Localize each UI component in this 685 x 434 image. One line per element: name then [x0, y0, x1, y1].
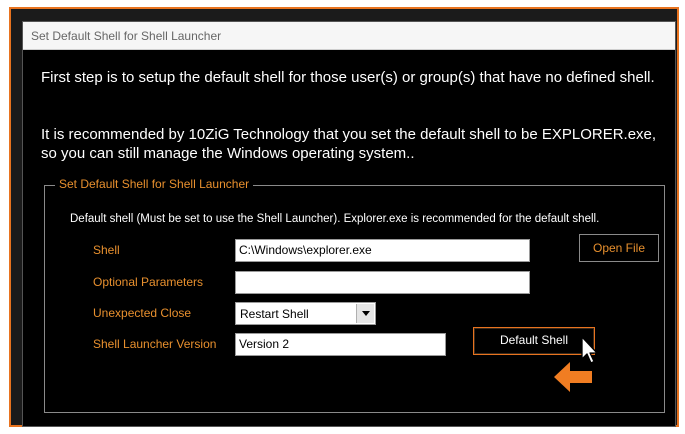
- intro-text-2: It is recommended by 10ZiG Technology th…: [41, 126, 657, 162]
- default-shell-button[interactable]: Default Shell: [473, 327, 595, 355]
- unexpected-close-select[interactable]: Restart Shell: [235, 302, 376, 325]
- shell-input[interactable]: C:\Windows\explorer.exe: [235, 239, 530, 262]
- intro-text-1: First step is to setup the default shell…: [41, 69, 655, 86]
- chevron-down-icon[interactable]: [356, 304, 374, 323]
- shell-label: Shell: [93, 243, 120, 257]
- groupbox-title: Set Default Shell for Shell Launcher: [55, 177, 254, 191]
- shell-launcher-version-input[interactable]: Version 2: [235, 333, 446, 356]
- optional-parameters-label: Optional Parameters: [93, 275, 204, 289]
- unexpected-close-label: Unexpected Close: [93, 306, 192, 320]
- groupbox-description: Default shell (Must be set to use the Sh…: [70, 213, 600, 225]
- orange-left-arrow-icon: [554, 362, 592, 392]
- shell-launcher-version-label: Shell Launcher Version: [93, 337, 217, 351]
- title-bar: Set Default Shell for Shell Launcher: [23, 22, 675, 50]
- open-file-button[interactable]: Open File: [579, 234, 659, 262]
- unexpected-close-value: Restart Shell: [240, 307, 309, 321]
- dialog-title: Set Default Shell for Shell Launcher: [31, 29, 222, 43]
- optional-parameters-input[interactable]: [235, 271, 530, 294]
